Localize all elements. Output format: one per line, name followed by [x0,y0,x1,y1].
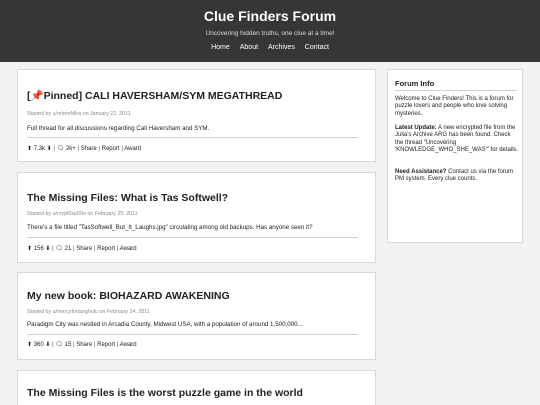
post-excerpt: Full thread for all discussions regardin… [27,125,210,132]
arrow-down-icon[interactable]: ⬇ [45,342,50,348]
post-title[interactable]: My new book: BIOHAZARD AWAKENING [27,290,230,302]
nav-archives[interactable]: Archives [268,44,295,51]
post-card: [📌Pinned] CALI HAVERSHAM/SYM MEGATHREAD … [17,69,376,162]
award-link[interactable]: Award [120,342,137,348]
sidebar-divider [395,90,517,91]
sidebar-title: Forum Info [395,79,435,88]
report-link[interactable]: Report [97,246,115,252]
report-link[interactable]: Report [97,342,115,348]
post-divider [27,334,358,335]
post-divider [27,137,358,138]
forum-info-sidebar: Forum Info Welcome to Clue Finders! This… [387,69,523,243]
post-actions: ⬆ 360 ⬇ | 🗨 15 | Share | Report | Award [27,341,137,348]
comment-count[interactable]: 2k+ [66,146,76,152]
report-link[interactable]: Report [102,146,120,152]
speech-bubble-icon[interactable]: 🗨 [55,342,63,348]
separator: | [98,146,100,152]
vote-count: 7.3k [33,146,46,152]
post-meta: Started by u/mirrorMira on January 22, 2… [27,111,131,117]
separator: | [116,342,119,348]
vote-count: 156 [33,246,44,252]
post-title[interactable]: The Missing Files is the worst puzzle ga… [27,387,303,399]
award-link[interactable]: Award [120,246,137,252]
post-actions: ⬆ 7.3k ⬇ | 🗨 2k+ | Share | Report | Awar… [27,145,141,152]
separator: | [116,246,119,252]
post-title[interactable]: The Missing Files: What is Tas Softwell? [27,192,228,204]
main-nav: Home About Archives Contact [0,44,540,51]
separator: | [72,342,75,348]
post-meta: Started by u/mercyfortanghulu on Februar… [27,309,150,315]
nav-home[interactable]: Home [211,44,230,51]
post-excerpt: There's a file titled "TasSoftwell_But_I… [27,224,313,231]
site-tagline: Uncovering hidden truths, one clue at a … [205,30,335,37]
post-actions: ⬆ 156 ⬇ | 🗨 21 | Share | Report | Award [27,245,137,252]
vote-count: 360 [33,342,44,348]
update-label: Latest Update: [395,125,437,131]
separator: | [93,246,96,252]
nav-about[interactable]: About [240,44,258,51]
post-meta: Started by u/crypt0sp00n on February 25,… [27,211,138,217]
post-card: My new book: BIOHAZARD AWAKENING Started… [17,272,376,360]
arrow-down-icon[interactable]: ⬇ [45,246,50,252]
separator: | [53,146,55,152]
sidebar-assistance: Need Assistance? Contact us via the foru… [395,169,519,184]
post-excerpt: Paradigm City was nestled in Arcadia Cou… [27,321,303,328]
sidebar-update: Latest Update: A new encrypted file from… [395,125,519,155]
post-title[interactable]: [📌Pinned] CALI HAVERSHAM/SYM MEGATHREAD [27,89,282,102]
post-divider [27,237,358,238]
speech-bubble-icon[interactable]: 🗨 [57,146,65,152]
arrow-up-icon[interactable]: ⬆ [27,342,32,348]
site-title: Clue Finders Forum [203,8,337,24]
separator: | [72,246,75,252]
sidebar-welcome: Welcome to Clue Finders! This is a forum… [395,96,514,117]
share-link[interactable]: Share [76,342,92,348]
assistance-label: Need Assistance? [395,169,447,175]
separator: | [52,246,54,252]
arrow-up-icon[interactable]: ⬆ [27,246,32,252]
separator: | [93,342,96,348]
site-header: Clue Finders Forum Uncovering hidden tru… [0,0,540,62]
comment-count[interactable]: 21 [65,246,72,252]
arrow-up-icon[interactable]: ⬆ [27,146,32,152]
comment-count[interactable]: 15 [65,342,72,348]
separator: | [77,146,80,152]
nav-contact[interactable]: Contact [305,44,329,51]
separator: | [52,342,54,348]
post-card: The Missing Files: What is Tas Softwell?… [17,172,376,263]
award-link[interactable]: Award [124,146,141,152]
share-link[interactable]: Share [76,246,92,252]
arrow-down-icon[interactable]: ⬇ [47,146,52,152]
post-card: The Missing Files is the worst puzzle ga… [17,370,376,405]
share-link[interactable]: Share [81,146,97,152]
separator: | [121,146,123,152]
speech-bubble-icon[interactable]: 🗨 [55,246,63,252]
